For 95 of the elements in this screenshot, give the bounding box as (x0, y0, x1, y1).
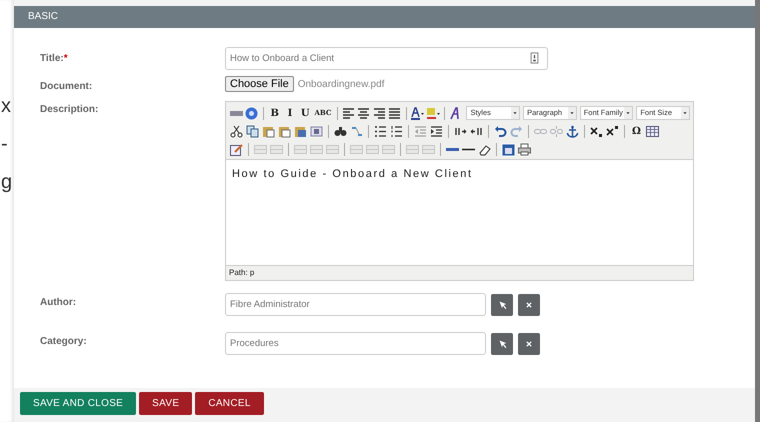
outdent-icon (414, 124, 427, 138)
field-label: Document: (40, 81, 92, 92)
table-row-icon (350, 142, 363, 156)
table-row-icon (406, 142, 419, 156)
binoculars-icon (334, 124, 347, 138)
numbered-list-icon (390, 124, 403, 138)
action-button[interactable]: CANCEL (195, 392, 264, 415)
editor-status-path: Path: p (226, 265, 693, 280)
file-name: Onboardingnew.pdf (298, 78, 384, 92)
printer-icon (518, 142, 531, 156)
text-fragment: g (1, 170, 13, 195)
select-button[interactable] (491, 332, 513, 354)
table-button[interactable] (645, 124, 660, 138)
cursor-icon (496, 338, 508, 349)
bulleted-list-button[interactable] (373, 124, 388, 138)
calendar-button[interactable] (501, 142, 516, 156)
clipboard-icon (262, 124, 275, 138)
caret-icon (625, 110, 632, 116)
select-all-button[interactable] (309, 124, 324, 138)
text-fragment: x (1, 94, 12, 119)
text-color-icon (411, 106, 424, 120)
printer-button[interactable] (517, 142, 532, 156)
text-field[interactable]: Procedures (225, 332, 486, 355)
format-button[interactable]: Ω (629, 124, 644, 138)
close-icon (525, 300, 533, 308)
paste-document-icon (294, 124, 307, 138)
table-row-icon (310, 142, 323, 156)
align-justify-icon (388, 106, 401, 120)
eraser-icon (478, 142, 491, 156)
paste-text-icon (278, 124, 291, 138)
choose-file-button[interactable]: Choose File (225, 76, 294, 92)
superscript-button[interactable] (605, 124, 620, 138)
undo-icon (494, 124, 507, 138)
table-row-icon (422, 142, 435, 156)
format-button[interactable]: I (282, 106, 298, 120)
subscript-icon (590, 124, 603, 138)
align-justify-button[interactable] (387, 106, 402, 120)
clear-button[interactable] (518, 294, 540, 316)
select-all-icon (310, 124, 323, 138)
table-row-icon (294, 142, 307, 156)
indent-icon (430, 124, 443, 138)
unlink-icon (550, 124, 563, 138)
action-button[interactable]: SAVE (139, 392, 192, 415)
numbered-list-button[interactable] (389, 124, 404, 138)
calendar-icon (502, 142, 515, 156)
select-button[interactable] (491, 294, 513, 316)
copy-icon (246, 124, 259, 138)
anchor-button[interactable] (565, 124, 580, 138)
caret-icon (568, 110, 575, 116)
format-button[interactable]: B (268, 106, 282, 120)
superscript-icon (606, 124, 619, 138)
caret-icon (682, 110, 688, 116)
field-label: Description: (40, 104, 98, 115)
close-icon (525, 340, 533, 348)
field-label: Title: (40, 53, 64, 64)
field-label: Author: (40, 297, 76, 308)
align-right-button[interactable] (372, 106, 386, 120)
align-left-button[interactable] (341, 106, 356, 120)
field-label: Category: (40, 336, 87, 347)
clear-button[interactable] (518, 332, 540, 354)
align-center-button[interactable] (356, 106, 372, 120)
cursor-icon (496, 299, 508, 310)
required-mark: * (64, 53, 68, 64)
table-row-icon (326, 142, 339, 156)
indent-button[interactable] (429, 124, 444, 138)
table-row-icon (366, 142, 379, 156)
align-right-icon (372, 106, 386, 120)
align-center-icon (357, 106, 370, 120)
table-row-icon (270, 142, 283, 156)
anchor-icon (566, 124, 579, 138)
align-left-icon (342, 106, 356, 120)
text-color-button[interactable] (410, 106, 425, 120)
redo-icon (510, 124, 523, 138)
scissors-icon (230, 124, 243, 138)
edit-button[interactable] (229, 142, 244, 156)
table-row-icon (382, 142, 395, 156)
highlight-button[interactable] (426, 106, 440, 120)
format-button[interactable]: U (298, 106, 312, 120)
text-field[interactable]: How to Onboard a Client (225, 47, 548, 70)
edit-icon (230, 142, 243, 156)
bulleted-list-icon (374, 124, 387, 138)
document-icon (529, 52, 540, 64)
text-fragment: - (1, 132, 9, 157)
table-row-icon (254, 142, 267, 156)
help-button[interactable] (244, 106, 259, 120)
section-header: BASIC (14, 6, 755, 28)
highlight-icon (426, 106, 440, 120)
table-icon (646, 124, 659, 138)
help-icon (244, 106, 258, 120)
text-field[interactable]: Fibre Administrator (225, 293, 486, 316)
caret-icon (512, 110, 518, 116)
copy-button[interactable] (245, 124, 260, 138)
action-button[interactable]: SAVE AND CLOSE (20, 392, 136, 415)
scissors-button[interactable] (229, 124, 244, 138)
undo-button[interactable] (493, 124, 508, 138)
